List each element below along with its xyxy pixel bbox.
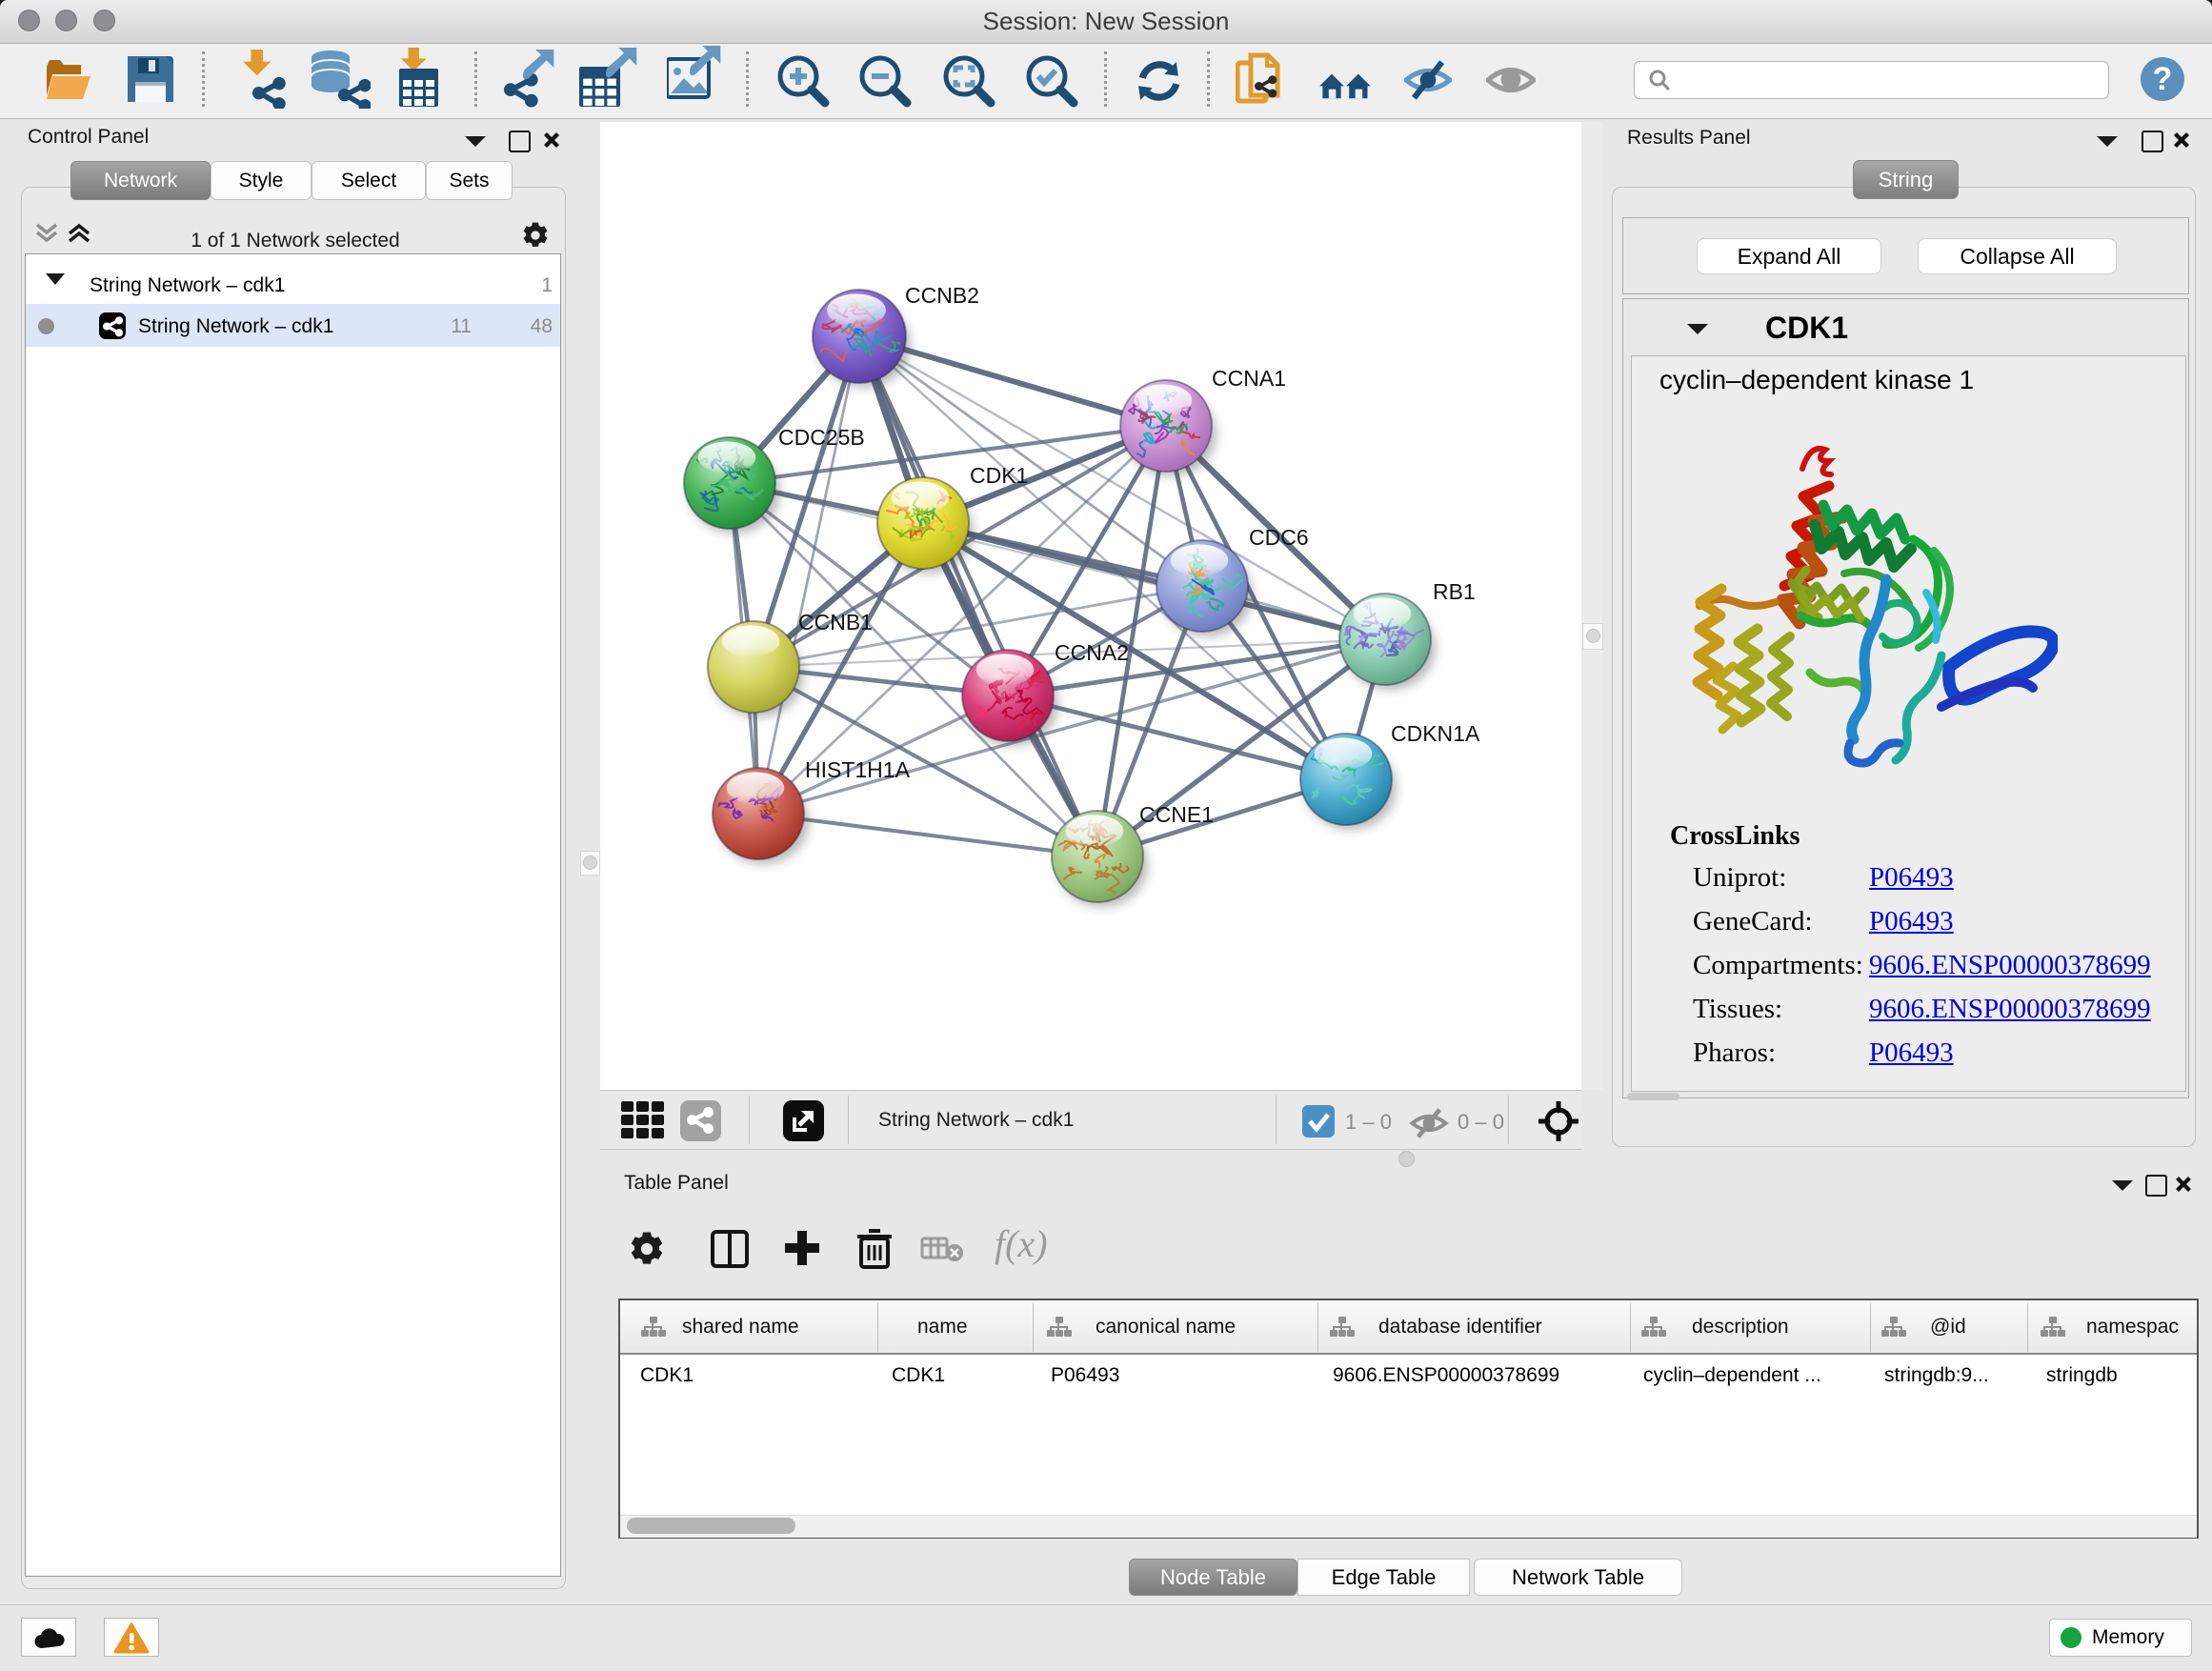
svg-text:CDKN1A: CDKN1A <box>1391 721 1480 746</box>
svg-text:CDC6: CDC6 <box>1249 525 1309 550</box>
svg-text:RB1: RB1 <box>1433 579 1476 604</box>
svg-text:HIST1H1A: HIST1H1A <box>805 757 911 782</box>
svg-text:CDK1: CDK1 <box>970 463 1028 488</box>
svg-text:CCNA1: CCNA1 <box>1212 366 1286 391</box>
svg-text:CCNB1: CCNB1 <box>798 610 873 634</box>
svg-text:CCNE1: CCNE1 <box>1139 802 1214 827</box>
svg-text:CDC25B: CDC25B <box>778 425 865 450</box>
svg-text:CCNB2: CCNB2 <box>905 283 979 308</box>
svg-text:CCNA2: CCNA2 <box>1055 640 1129 665</box>
